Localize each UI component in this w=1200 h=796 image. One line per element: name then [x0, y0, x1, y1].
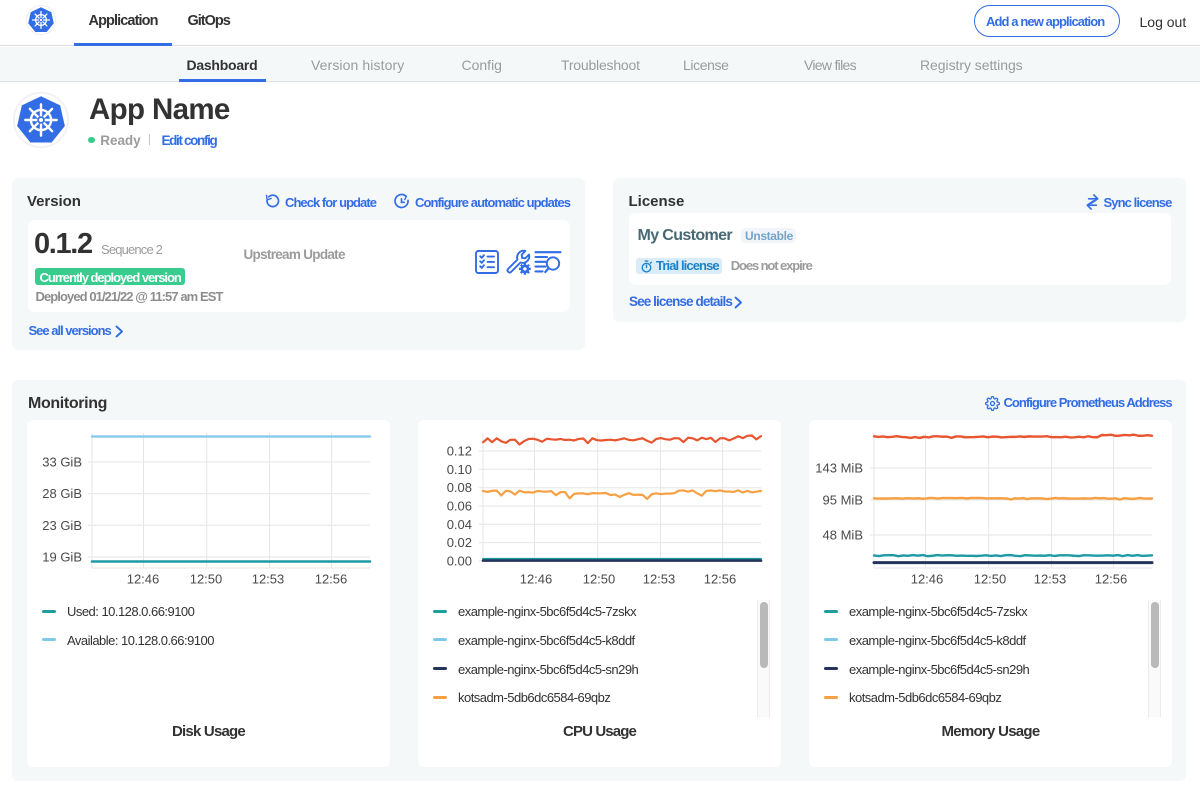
svg-text:33 GiB: 33 GiB [42, 455, 82, 470]
svg-text:23 GiB: 23 GiB [42, 518, 82, 533]
svg-text:0.08: 0.08 [447, 480, 472, 495]
svg-text:0.04: 0.04 [447, 517, 472, 532]
svg-text:12:56: 12:56 [315, 571, 348, 586]
svg-text:0.10: 0.10 [447, 462, 472, 477]
svg-text:95 MiB: 95 MiB [823, 493, 863, 508]
svg-text:48 MiB: 48 MiB [823, 528, 863, 543]
svg-text:12:46: 12:46 [911, 571, 944, 586]
svg-text:12:53: 12:53 [643, 571, 676, 586]
svg-text:0.00: 0.00 [447, 554, 472, 569]
svg-text:12:50: 12:50 [583, 571, 616, 586]
svg-text:12:46: 12:46 [520, 571, 553, 586]
svg-text:12:53: 12:53 [1034, 571, 1067, 586]
svg-text:19 GiB: 19 GiB [42, 550, 82, 565]
svg-text:12:56: 12:56 [1095, 571, 1128, 586]
svg-text:12:56: 12:56 [704, 571, 737, 586]
svg-text:0.06: 0.06 [447, 499, 472, 514]
svg-text:28 GiB: 28 GiB [42, 486, 82, 501]
svg-text:12:53: 12:53 [252, 571, 285, 586]
svg-text:0.12: 0.12 [447, 444, 472, 459]
svg-text:0.02: 0.02 [447, 535, 472, 550]
svg-text:143 MiB: 143 MiB [815, 461, 863, 476]
svg-text:12:50: 12:50 [974, 571, 1007, 586]
svg-text:12:46: 12:46 [127, 571, 160, 586]
svg-text:12:50: 12:50 [190, 571, 223, 586]
